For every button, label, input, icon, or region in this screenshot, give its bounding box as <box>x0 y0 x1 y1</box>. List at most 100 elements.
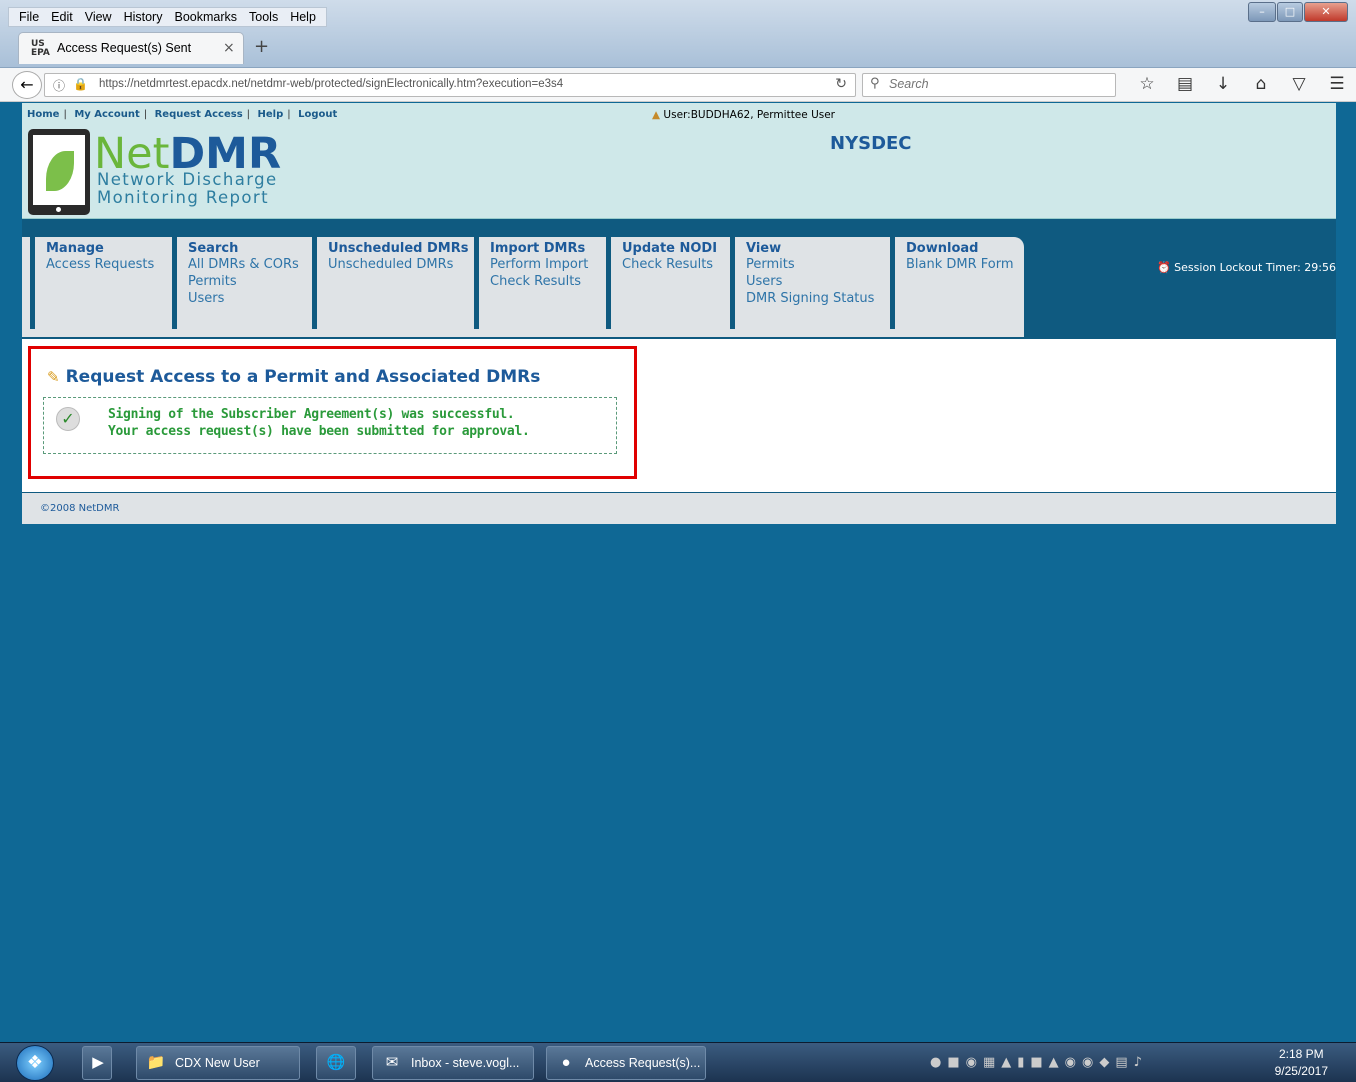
reading-list-icon[interactable]: ▤ <box>1166 74 1204 94</box>
home-icon[interactable]: ⌂ <box>1242 74 1280 94</box>
link-my-account[interactable]: My Account <box>74 109 139 120</box>
taskbar-item-explorer[interactable]: 📁 CDX New User <box>136 1046 300 1080</box>
folder-icon: 📁 <box>146 1054 166 1071</box>
nav-col-unscheduled: Unscheduled DMRs Unscheduled DMRs <box>312 237 468 329</box>
google-earth-icon[interactable]: 🌐 <box>316 1046 356 1080</box>
nav-col-nodi: Update NODI Check Results <box>606 237 717 329</box>
menu-bar: File Edit View History Bookmarks Tools H… <box>8 7 327 27</box>
browser-window: File Edit View History Bookmarks Tools H… <box>0 0 1356 1042</box>
main-nav: Manage Access Requests Search All DMRs &… <box>22 219 1336 339</box>
search-icon: ⚲ <box>870 76 880 91</box>
top-links: Home | My Account | Request Access | Help | … <box>27 109 338 120</box>
user-icon: ▲ <box>652 109 661 121</box>
system-tray-icons[interactable]: ●■◉▦▲▮■▲◉◉◆▤♪ <box>930 1055 1148 1070</box>
link-help[interactable]: Help <box>258 109 284 120</box>
browser-tab[interactable]: US EPA Access Request(s) Sent × <box>18 32 244 64</box>
hamburger-menu-icon[interactable]: ☰ <box>1318 74 1356 94</box>
highlight-box: ✎ Request Access to a Permit and Associat… <box>28 346 637 479</box>
taskbar: ❖ ▶ 📁 CDX New User 🌐 ✉ Inbox - steve.vogl.… <box>0 1042 1356 1082</box>
message-line-2: Your access request(s) have been submitt… <box>108 424 530 439</box>
close-window-button[interactable]: ✕ <box>1304 2 1348 22</box>
firefox-icon: ● <box>561 1054 571 1071</box>
menu-help[interactable]: Help <box>284 8 322 26</box>
success-message: ✓ Signing of the Subscriber Agreement(s)… <box>43 397 617 454</box>
pocket-icon[interactable]: ▽ <box>1280 74 1318 94</box>
nav-link[interactable]: Unscheduled DMRs <box>328 256 468 273</box>
system-clock[interactable]: 2:18 PM 9/25/2017 <box>1275 1046 1328 1080</box>
nav-col-download: Download Blank DMR Form <box>890 237 1014 329</box>
nav-col-search: Search All DMRs & CORs Permits Users <box>172 237 299 329</box>
windows-start-icon[interactable]: ❖ <box>16 1045 54 1081</box>
page-content: Home | My Account | Request Access | Help | … <box>22 103 1336 524</box>
nav-heading[interactable]: Update NODI <box>622 241 717 256</box>
nav-link[interactable]: Access Requests <box>46 256 154 273</box>
page-title: ✎ Request Access to a Permit and Associat… <box>47 367 541 387</box>
menu-file[interactable]: File <box>13 8 45 26</box>
url-bar[interactable]: ⓘ 🔒 https://netdmrtest.epacdx.net/netdmr… <box>44 73 856 97</box>
menu-history[interactable]: History <box>118 8 169 26</box>
menu-bookmarks[interactable]: Bookmarks <box>168 8 243 26</box>
session-timer: ⏰ Session Lockout Timer: 29:56 <box>1156 261 1336 274</box>
clock-icon: ⏰ <box>1156 261 1171 274</box>
menu-tools[interactable]: Tools <box>243 8 284 26</box>
toolbar-icons: ☆ ▤ ↓ ⌂ ▽ ☰ <box>1128 74 1356 94</box>
new-tab-button[interactable]: + <box>254 36 269 57</box>
tab-title: Access Request(s) Sent <box>57 41 192 55</box>
nav-col-import: Import DMRs Perform Import Check Results <box>474 237 588 329</box>
nav-link[interactable]: Permits <box>188 273 299 290</box>
bookmark-star-icon[interactable]: ☆ <box>1128 74 1166 94</box>
nav-heading[interactable]: Download <box>906 241 1014 256</box>
agency-name: NYSDEC <box>830 133 912 154</box>
nav-link[interactable]: Check Results <box>490 273 588 290</box>
title-bar: File Edit View History Bookmarks Tools H… <box>0 0 1356 68</box>
search-box[interactable]: ⚲ <box>862 73 1116 97</box>
netdmr-logo-icon <box>28 129 90 215</box>
nav-heading[interactable]: Search <box>188 241 299 256</box>
nav-link[interactable]: Users <box>746 273 874 290</box>
nav-heading[interactable]: View <box>746 241 874 256</box>
outlook-icon: ✉ <box>385 1054 399 1071</box>
window-controls: – □ ✕ <box>1247 2 1348 22</box>
nav-link[interactable]: Users <box>188 290 299 307</box>
link-request-access[interactable]: Request Access <box>155 109 243 120</box>
maximize-button[interactable]: □ <box>1277 2 1303 22</box>
url-text[interactable]: https://netdmrtest.epacdx.net/netdmr-web… <box>99 78 563 90</box>
site-footer: ©2008 NetDMR <box>22 492 1336 524</box>
nav-col-view: View Permits Users DMR Signing Status <box>730 237 874 329</box>
taskbar-item-firefox[interactable]: ● Access Request(s)... <box>546 1046 706 1080</box>
epa-favicon-icon: US EPA <box>31 39 50 58</box>
download-icon[interactable]: ↓ <box>1204 74 1242 94</box>
logo-subtitle: Network Discharge Monitoring Report <box>97 170 278 207</box>
info-icon[interactable]: ⓘ <box>53 77 65 94</box>
nav-heading[interactable]: Unscheduled DMRs <box>328 241 468 256</box>
minimize-button[interactable]: – <box>1248 2 1276 22</box>
nav-link[interactable]: Blank DMR Form <box>906 256 1014 273</box>
reload-icon[interactable]: ↻ <box>835 76 847 92</box>
nav-heading[interactable]: Manage <box>46 241 154 256</box>
user-info: ▲ User:BUDDHA62, Permittee User <box>652 109 836 121</box>
nav-link[interactable]: DMR Signing Status <box>746 290 874 307</box>
tab-close-icon[interactable]: × <box>223 40 235 56</box>
menu-view[interactable]: View <box>79 8 118 26</box>
lock-icon: 🔒 <box>73 77 88 91</box>
media-player-icon[interactable]: ▶ <box>82 1046 112 1080</box>
link-logout[interactable]: Logout <box>298 109 337 120</box>
main-panel: ✎ Request Access to a Permit and Associat… <box>22 339 1336 492</box>
nav-heading[interactable]: Import DMRs <box>490 241 588 256</box>
nav-link[interactable]: Check Results <box>622 256 717 273</box>
nav-link[interactable]: Perform Import <box>490 256 588 273</box>
navigation-toolbar: ← ⓘ 🔒 https://netdmrtest.epacdx.net/netd… <box>0 68 1356 102</box>
copyright: ©2008 NetDMR <box>40 503 120 514</box>
site-header: Home | My Account | Request Access | Help | … <box>22 103 1336 219</box>
taskbar-item-outlook[interactable]: ✉ Inbox - steve.vogl... <box>372 1046 534 1080</box>
back-arrow-icon[interactable]: ← <box>12 71 42 99</box>
menu-edit[interactable]: Edit <box>45 8 79 26</box>
nav-col-manage: Manage Access Requests <box>30 237 154 329</box>
message-line-1: Signing of the Subscriber Agreement(s) w… <box>108 407 515 422</box>
nav-menu: Manage Access Requests Search All DMRs &… <box>22 237 1024 337</box>
nav-link[interactable]: Permits <box>746 256 874 273</box>
nav-link[interactable]: All DMRs & CORs <box>188 256 299 273</box>
checkmark-icon: ✓ <box>56 407 80 431</box>
search-input[interactable] <box>889 77 1109 91</box>
link-home[interactable]: Home <box>27 109 59 120</box>
